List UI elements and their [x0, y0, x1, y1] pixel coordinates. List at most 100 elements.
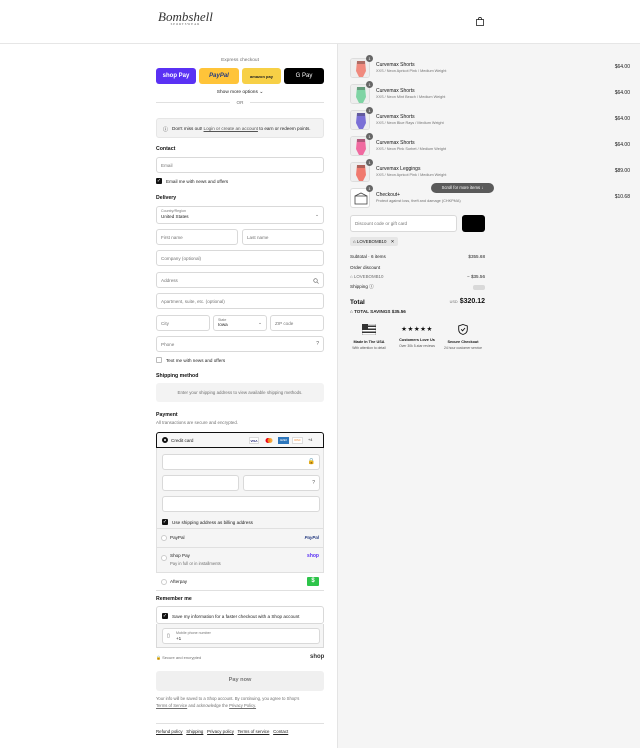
email-placeholder: Email — [161, 163, 173, 168]
shoppay-logo: shop — [307, 553, 319, 559]
shipping-message: Enter your shipping address to view avai… — [177, 390, 303, 395]
privacy-policy-footer-link[interactable]: Privacy policy — [207, 729, 234, 734]
shipping-link[interactable]: Shipping — [186, 729, 203, 734]
first-name-field[interactable]: First name — [156, 229, 238, 245]
googlepay-button[interactable]: G Pay — [284, 68, 324, 84]
delivery-heading: Delivery — [156, 195, 177, 201]
badge-subtitle: With attention to detail — [352, 346, 386, 350]
discount-code-label: LOVEBOMB10 — [353, 274, 384, 279]
mastercard-icon — [264, 437, 274, 444]
divider — [156, 723, 324, 724]
address-field[interactable]: Address — [156, 272, 324, 288]
shoppay-button[interactable]: shop Pay — [156, 68, 196, 84]
shopping-bag-icon[interactable] — [476, 17, 484, 26]
pay-now-button[interactable]: Pay now — [156, 671, 324, 691]
country-select[interactable]: Country/Region United States ⌄ — [156, 206, 324, 224]
help-icon[interactable]: ? — [316, 341, 319, 347]
terms-of-service-link[interactable]: Terms of Service — [156, 703, 187, 708]
product-image — [351, 137, 369, 155]
googlepay-label: G Pay — [295, 73, 313, 79]
amazonpay-button[interactable]: amazon pay — [242, 68, 281, 84]
security-code-field[interactable]: ? — [243, 475, 320, 491]
secure-encrypted-label: 🔒 Secure and encrypted — [156, 655, 201, 660]
total-savings-label: TOTAL SAVINGS — [354, 309, 391, 314]
paypal-button[interactable]: PayPal — [199, 68, 239, 84]
expiry-field[interactable] — [162, 475, 239, 491]
paypal-option[interactable]: PayPal PayPal — [156, 529, 324, 547]
zip-field[interactable]: ZIP code — [270, 315, 324, 331]
shipping-value-placeholder — [473, 285, 485, 290]
discount-code-line: ⌂ LOVEBOMB10 — [350, 274, 383, 279]
show-more-options-link[interactable]: Show more options ⌄ — [156, 90, 324, 95]
discount-placeholder: Discount code or gift card — [355, 221, 408, 226]
city-field[interactable]: City — [156, 315, 210, 331]
afterpay-option[interactable]: Afterpay $ — [156, 573, 324, 591]
billing-same-label: Use shipping address as billing address — [172, 520, 253, 525]
credit-card-option[interactable]: Credit card VISA AMEX DISC +4 — [156, 432, 324, 448]
payment-subtitle: All transactions are secure and encrypte… — [156, 420, 239, 425]
payment-heading: Payment — [156, 412, 178, 418]
terms-of-service-footer-link[interactable]: Terms of service — [237, 729, 269, 734]
notice-text: Don't miss out! Login or create an accou… — [172, 126, 311, 131]
contact-link[interactable]: Contact — [273, 729, 288, 734]
paypal-option-label: PayPal — [170, 535, 185, 540]
shoppay-option-label: Shop Pay — [170, 553, 190, 558]
shoppay-option[interactable]: Shop Pay Pay in full or in installments … — [156, 548, 324, 572]
state-select[interactable]: State Iowa ⌄ — [213, 315, 267, 331]
help-icon[interactable]: ⓘ — [369, 284, 374, 289]
line-item: 1 Curvemax Shorts XXS / Neon Apricot Pink … — [350, 55, 630, 82]
notice-suffix: to earn or redeem points. — [259, 126, 311, 131]
page-header: Bombshell SPORTSWEAR — [0, 0, 640, 44]
mobile-phone-field[interactable]: ▯ Mobile phone number +1 — [162, 628, 320, 644]
quantity-badge: 1 — [366, 185, 373, 192]
discount-value: − $35.56 — [466, 274, 485, 279]
company-field[interactable]: Company (optional) — [156, 250, 324, 266]
terms-and: and acknowledge the — [188, 703, 228, 708]
shop-logo: shop — [310, 654, 325, 660]
email-news-checkbox[interactable]: ✓ — [156, 178, 162, 184]
badge-subtitle: Over 30k 5-star reviews — [399, 344, 435, 348]
save-info-checkbox[interactable]: ✓ — [162, 613, 168, 619]
quantity-badge: 1 — [366, 55, 373, 62]
phone-field[interactable]: Phone ? — [156, 336, 324, 352]
credit-card-radio[interactable] — [162, 437, 168, 443]
scroll-more-items-pill[interactable]: Scroll for more items ↓ — [431, 183, 494, 193]
refund-policy-link[interactable]: Refund policy — [156, 729, 183, 734]
billing-same-checkbox[interactable]: ✓ — [162, 519, 168, 525]
product-image — [351, 111, 369, 129]
usa-flag-icon — [361, 323, 377, 336]
loyalty-notice: ⓘ Don't miss out! Login or create an acc… — [156, 118, 324, 138]
card-number-field[interactable]: 🔒 — [162, 454, 320, 470]
last-name-field[interactable]: Last name — [242, 229, 324, 245]
apply-discount-button[interactable]: Apply — [462, 215, 485, 232]
chevron-down-icon: ⌄ — [258, 320, 262, 325]
total-value-line: USD $320.12 — [450, 298, 485, 305]
paypal-radio[interactable] — [161, 535, 167, 541]
discount-code-field[interactable]: Discount code or gift card — [350, 215, 457, 232]
afterpay-radio[interactable] — [161, 579, 167, 585]
apartment-field[interactable]: Apartment, suite, etc. (optional) — [156, 293, 324, 309]
email-field[interactable]: Email — [156, 157, 324, 173]
product-image — [351, 163, 369, 181]
text-news-checkbox[interactable] — [156, 357, 162, 363]
item-variant: XXS / Neon Blue Rays / Medium Weight — [376, 121, 444, 125]
close-icon[interactable]: ✕ — [391, 239, 395, 244]
scroll-hint-label: Scroll for more items — [441, 185, 481, 190]
tag-icon: ⌂ — [353, 239, 356, 244]
quantity-badge: 1 — [366, 81, 373, 88]
address-placeholder: Address — [161, 278, 178, 283]
shoppay-radio[interactable] — [161, 555, 167, 561]
more-cards-badge: +4 — [308, 438, 313, 442]
product-image — [351, 85, 369, 103]
package-icon — [354, 192, 368, 205]
state-value: Iowa — [218, 322, 228, 327]
login-link[interactable]: Login or create an account — [204, 126, 258, 131]
name-on-card-field[interactable] — [162, 496, 320, 512]
save-info-label: Save my information for a faster checkou… — [172, 614, 300, 619]
privacy-policy-link[interactable]: Privacy Policy. — [229, 703, 256, 708]
paypal-logo: PayPal — [304, 535, 319, 540]
help-icon[interactable]: ? — [312, 480, 315, 486]
discover-icon: DISC — [292, 437, 303, 444]
brand-logo[interactable]: Bombshell SPORTSWEAR — [158, 10, 213, 26]
mobile-label: Mobile phone number — [176, 631, 211, 635]
